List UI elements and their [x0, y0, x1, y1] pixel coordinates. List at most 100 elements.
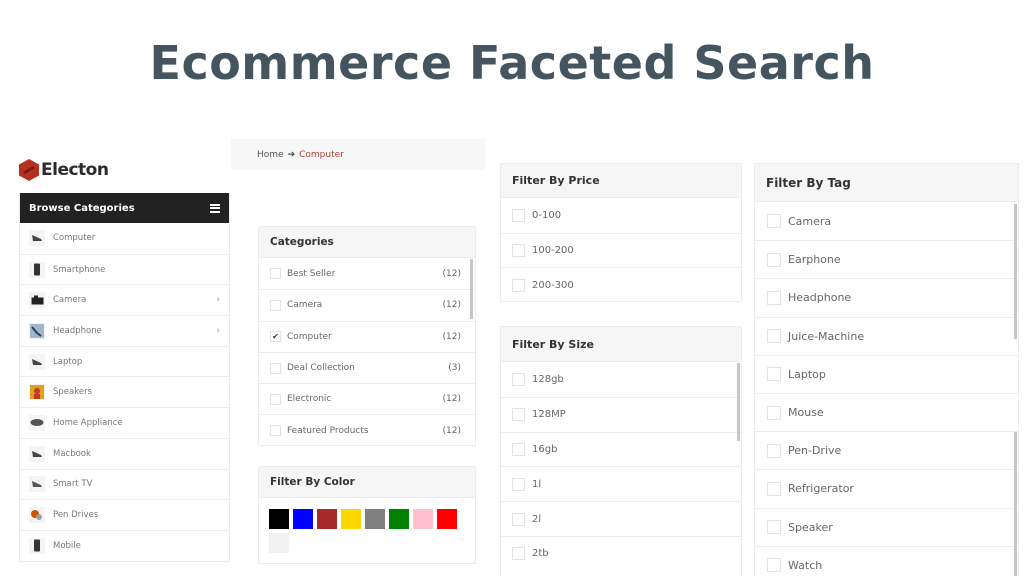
breadcrumb-current: Computer — [299, 149, 344, 160]
filter-option[interactable]: ✔ Computer (12) — [259, 320, 475, 352]
checkbox[interactable] — [270, 393, 281, 405]
filter-option-label: Speaker — [788, 520, 833, 534]
checkbox[interactable] — [512, 208, 525, 222]
color-swatch-gray[interactable] — [365, 509, 385, 529]
checkbox[interactable] — [767, 252, 781, 267]
laptop-icon — [29, 353, 45, 370]
color-swatch-whitesmoke[interactable] — [269, 533, 289, 553]
sidebar-item-computer[interactable]: Computer — [20, 223, 229, 254]
categories-scrollbar[interactable] — [470, 259, 473, 319]
filter-option-label: 200-300 — [532, 279, 574, 291]
sidebar-item-label: Smartphone — [53, 264, 106, 275]
filter-option[interactable]: 1l — [501, 466, 741, 501]
color-swatch-black[interactable] — [269, 509, 289, 529]
smartphone-icon — [29, 537, 45, 554]
sidebar-item-smartphone[interactable]: Smartphone — [20, 253, 229, 285]
checkbox[interactable] — [767, 520, 781, 535]
color-swatch-red[interactable] — [437, 509, 457, 529]
sidebar-item-laptop[interactable]: Laptop — [20, 345, 229, 377]
sidebar-item-mobile[interactable]: Mobile — [20, 529, 229, 561]
filter-option-label: 0-100 — [532, 209, 562, 221]
filter-option[interactable]: Juice-Machine — [755, 316, 1018, 355]
filter-option[interactable]: Deal Collection (3) — [259, 351, 475, 383]
arrow-right-icon: ➔ — [287, 149, 296, 160]
sidebar-item-label: Camera — [53, 295, 87, 306]
filter-option-label: 1l — [532, 478, 542, 490]
sidebar-item-pen-drives[interactable]: Pen Drives — [20, 499, 229, 530]
size-scrollbar[interactable] — [737, 363, 740, 441]
filter-option[interactable]: 200-300 — [501, 267, 741, 302]
checkbox[interactable] — [270, 299, 281, 311]
filter-option[interactable]: 128MP — [501, 396, 741, 432]
filter-option[interactable]: Earphone — [755, 240, 1018, 278]
category-sidebar: Browse Categories Computer Smartphone Came… — [19, 193, 230, 562]
chevron-right-icon[interactable]: › — [216, 326, 220, 336]
filter-option-count: (12) — [442, 331, 461, 342]
checkbox[interactable] — [512, 442, 525, 456]
filter-option[interactable]: Best Seller (12) — [259, 258, 475, 289]
breadcrumb-home[interactable]: Home — [257, 150, 284, 160]
checkbox[interactable] — [512, 547, 525, 561]
tag-scrollbar-lower[interactable] — [1014, 432, 1017, 576]
sidebar-item-macbook[interactable]: Macbook — [20, 437, 229, 469]
checkbox[interactable] — [270, 268, 281, 280]
filter-option[interactable]: Electronic (12) — [259, 383, 475, 414]
checkbox[interactable] — [767, 367, 781, 382]
filter-option[interactable]: 16gb — [501, 431, 741, 467]
checkbox[interactable] — [767, 329, 781, 344]
filter-option[interactable]: 0-100 — [501, 198, 741, 233]
filter-option[interactable]: 128gb — [501, 362, 741, 397]
color-swatch-gold[interactable] — [341, 509, 361, 529]
tag-filter-title: Filter By Tag — [755, 164, 1018, 202]
filter-option[interactable]: Refrigerator — [755, 469, 1018, 507]
color-swatch-green[interactable] — [389, 509, 409, 529]
sidebar-item-headphone[interactable]: Headphone › — [20, 315, 229, 346]
filter-option[interactable]: 2l — [501, 501, 741, 536]
checkbox[interactable] — [512, 372, 525, 386]
filter-option-count: (12) — [442, 268, 461, 279]
filter-option-label: 2l — [532, 513, 542, 525]
checkbox[interactable] — [767, 405, 781, 420]
filter-option[interactable]: 100-200 — [501, 232, 741, 268]
checkbox-checked[interactable]: ✔ — [270, 331, 281, 343]
sidebar-item-speakers[interactable]: Speakers — [20, 376, 229, 407]
filter-option[interactable]: Headphone — [755, 278, 1018, 316]
sidebar-item-smart-tv[interactable]: Smart TV — [20, 468, 229, 500]
filter-option[interactable]: Camera (12) — [259, 289, 475, 320]
logo[interactable]: Electon — [18, 158, 109, 182]
sidebar-item-camera[interactable]: Camera › — [20, 284, 229, 315]
checkbox[interactable] — [512, 408, 525, 422]
filter-option[interactable]: 2tb — [501, 535, 741, 571]
sidebar-item-label: Computer — [53, 233, 96, 244]
smartphone-icon — [29, 261, 45, 278]
checkbox[interactable] — [270, 362, 281, 374]
color-swatch-blue[interactable] — [293, 509, 313, 529]
checkbox[interactable] — [767, 290, 781, 305]
filter-option[interactable]: Camera — [755, 202, 1018, 240]
filter-option[interactable]: Speaker — [755, 507, 1018, 546]
checkbox[interactable] — [512, 244, 525, 258]
checkbox[interactable] — [767, 443, 781, 458]
filter-option[interactable]: Featured Products (12) — [259, 414, 475, 445]
color-swatch-brown[interactable] — [317, 509, 337, 529]
filter-option[interactable]: Laptop — [755, 354, 1018, 393]
filter-option-label: Featured Products — [287, 425, 369, 436]
checkmark-icon: ✔ — [272, 332, 279, 342]
color-swatch-pink[interactable] — [413, 509, 433, 529]
checkbox[interactable] — [512, 477, 525, 491]
filter-option[interactable]: Pen-Drive — [755, 431, 1018, 469]
checkbox[interactable] — [270, 425, 281, 437]
filter-option[interactable]: Mouse — [755, 392, 1018, 431]
tag-scrollbar-upper[interactable] — [1014, 204, 1017, 339]
checkbox[interactable] — [767, 481, 781, 496]
filter-option[interactable]: Watch — [755, 545, 1018, 576]
checkbox[interactable] — [767, 558, 781, 573]
hamburger-icon[interactable] — [210, 203, 220, 213]
checkbox[interactable] — [512, 278, 525, 292]
filter-option-label: Watch — [788, 558, 823, 572]
checkbox[interactable] — [512, 512, 525, 526]
sidebar-header[interactable]: Browse Categories — [20, 193, 229, 223]
sidebar-item-home-appliance[interactable]: Home Appliance — [20, 407, 229, 438]
chevron-right-icon[interactable]: › — [216, 295, 220, 305]
checkbox[interactable] — [767, 214, 781, 229]
